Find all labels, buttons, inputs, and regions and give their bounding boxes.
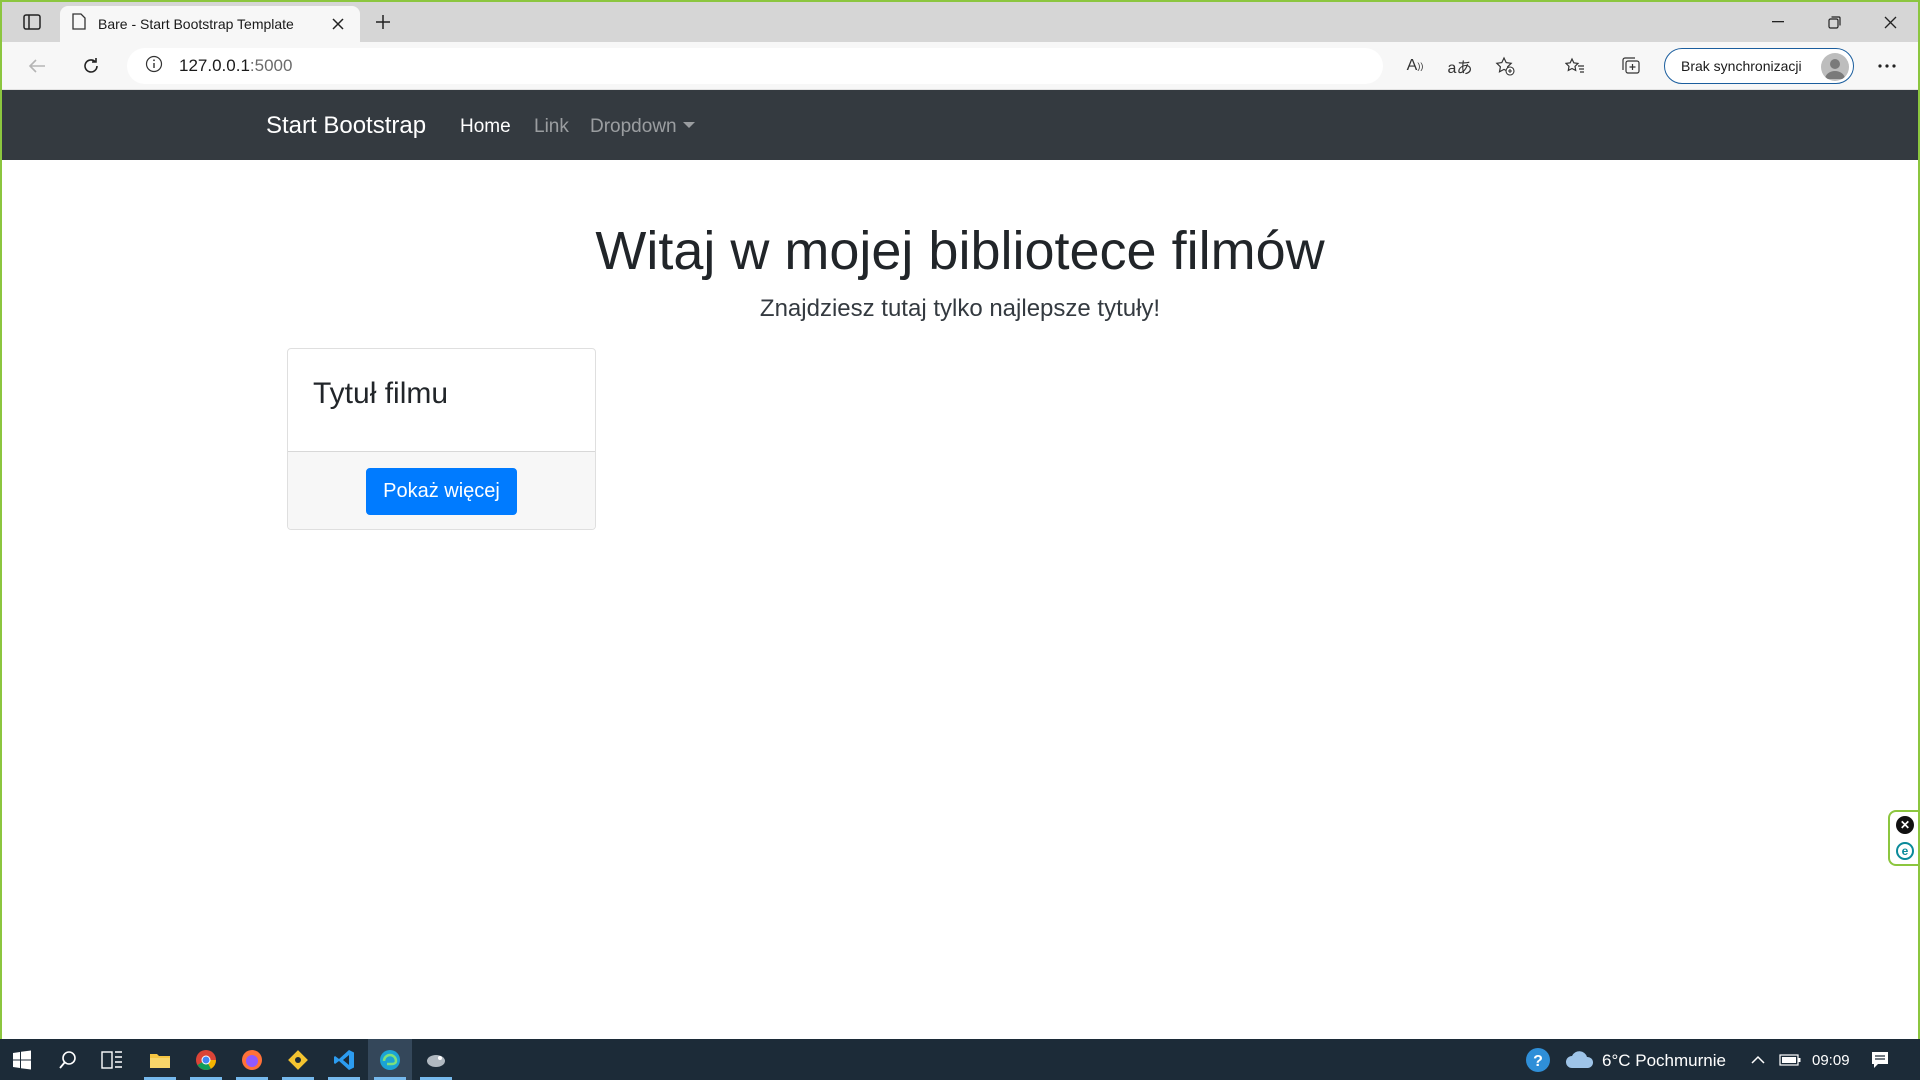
show-more-button[interactable]: Pokaż więcej (366, 468, 517, 515)
browser-toolbar: 127.0.0.1:5000 A)) aあ Brak synchronizacj… (2, 42, 1918, 90)
address-bar[interactable]: 127.0.0.1:5000 A)) aあ (127, 48, 1515, 84)
close-widget-icon[interactable]: ✕ (1896, 816, 1914, 834)
edge-sidebar-icon[interactable]: e (1896, 842, 1914, 860)
file-explorer-icon[interactable] (138, 1039, 182, 1080)
vscode-icon[interactable] (322, 1039, 366, 1080)
firefox-icon[interactable] (230, 1039, 274, 1080)
git-icon[interactable] (276, 1039, 320, 1080)
url-port: :5000 (249, 56, 293, 75)
navbar-brand[interactable]: Start Bootstrap (266, 112, 426, 140)
tab-title: Bare - Start Bootstrap Template (98, 16, 294, 32)
weather-text[interactable]: 6°C Pochmurnie (1602, 1051, 1726, 1071)
sync-profile-button[interactable]: Brak synchronizacji (1664, 48, 1854, 84)
tab-actions-icon[interactable] (10, 8, 54, 36)
url-host: 127.0.0.1 (179, 56, 250, 75)
url-text: 127.0.0.1:5000 (179, 56, 292, 76)
movie-card: Tytuł filmu Pokaż więcej (287, 348, 596, 530)
collections-icon[interactable] (1614, 50, 1648, 82)
new-tab-icon[interactable] (368, 8, 398, 36)
close-tab-icon[interactable] (328, 14, 348, 34)
page-lead: Znajdziesz tutaj tylko najlepsze tytuły! (759, 295, 1161, 322)
add-favorite-icon[interactable] (1489, 55, 1521, 77)
avatar (1821, 53, 1849, 81)
app-icon[interactable] (414, 1039, 458, 1080)
svg-text:?: ? (1533, 1053, 1543, 1070)
back-icon[interactable] (20, 50, 54, 82)
windows-start-icon[interactable] (0, 1039, 44, 1080)
page-title: Witaj w mojej bibliotece filmów (595, 221, 1325, 281)
browser-tab[interactable]: Bare - Start Bootstrap Template (60, 6, 360, 42)
tab-strip: Bare - Start Bootstrap Template (2, 2, 1918, 42)
cloud-weather-icon (1558, 1039, 1602, 1080)
close-window-icon[interactable] (1862, 2, 1918, 42)
refresh-icon[interactable] (74, 50, 108, 82)
edge-icon[interactable] (368, 1039, 412, 1080)
caret-down-icon (682, 122, 695, 128)
side-widget: ✕ e (1888, 810, 1918, 866)
site-info-icon[interactable] (145, 55, 163, 78)
nav-dropdown[interactable]: Dropdown (590, 116, 695, 138)
page-content: Start Bootstrap Home Link Dropdown Witaj… (2, 90, 1918, 1039)
help-icon[interactable]: ? (1516, 1039, 1560, 1080)
more-menu-icon[interactable] (1870, 50, 1904, 82)
card-footer: Pokaż więcej (288, 451, 595, 529)
notifications-icon[interactable] (1858, 1039, 1902, 1080)
sync-label: Brak synchronizacji (1681, 58, 1802, 74)
page-icon (72, 13, 86, 35)
nav-link[interactable]: Link (534, 116, 569, 138)
translate-icon[interactable]: aあ (1444, 55, 1476, 77)
browser-window: Bare - Start Bootstrap Template 127.0.0.… (0, 0, 1920, 1039)
nav-dropdown-label: Dropdown (590, 116, 677, 137)
read-aloud-icon[interactable]: A)) (1399, 55, 1431, 77)
card-title: Tytuł filmu (313, 377, 449, 410)
chrome-icon[interactable] (184, 1039, 228, 1080)
navbar: Start Bootstrap Home Link Dropdown (2, 90, 1918, 160)
card-body: Tytuł filmu (288, 349, 595, 451)
task-view-icon[interactable] (90, 1039, 134, 1080)
clock[interactable]: 09:09 (1812, 1052, 1850, 1069)
minimize-icon[interactable] (1750, 2, 1806, 42)
taskbar: ? 6°C Pochmurnie 09:09 (0, 1039, 1920, 1080)
search-icon[interactable] (46, 1039, 90, 1080)
battery-icon[interactable] (1768, 1039, 1812, 1080)
favorites-icon[interactable] (1558, 50, 1592, 82)
restore-icon[interactable] (1806, 2, 1862, 42)
nav-home-link[interactable]: Home (460, 116, 511, 138)
